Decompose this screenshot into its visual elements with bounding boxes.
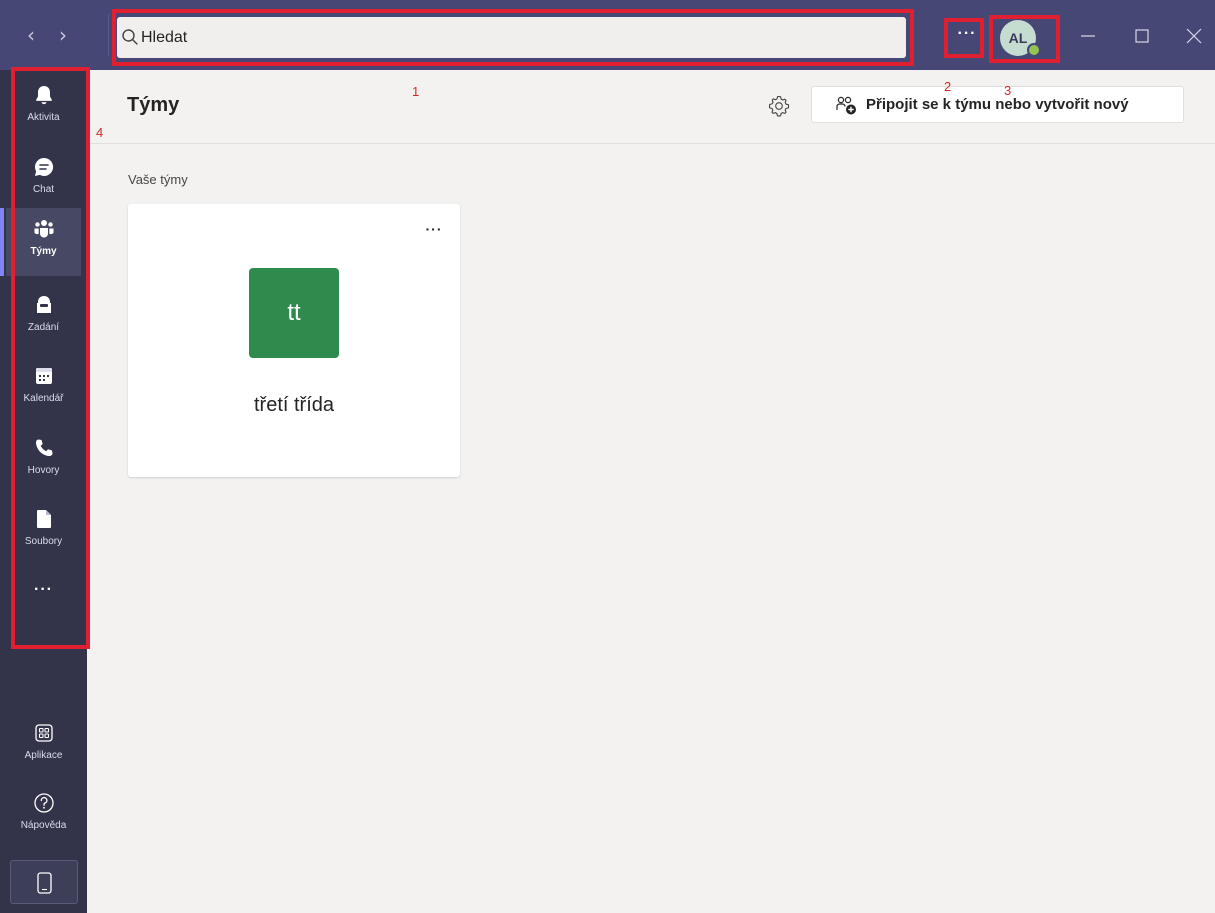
back-button[interactable]: ‹ xyxy=(20,22,42,48)
title-bar: ‹ › ··· AL xyxy=(0,0,1215,70)
search-input[interactable] xyxy=(141,17,881,58)
search-box[interactable] xyxy=(117,17,906,58)
rail-item-chat[interactable]: Chat xyxy=(6,146,81,214)
mobile-device-icon xyxy=(37,872,52,894)
bell-icon xyxy=(35,86,52,105)
rail-item-activity[interactable]: Aktivita xyxy=(6,74,81,142)
phone-icon xyxy=(35,439,52,456)
assignments-icon xyxy=(36,296,51,313)
presence-status-icon xyxy=(1027,43,1041,57)
rail-more-apps-button[interactable]: ··· xyxy=(6,580,81,610)
rail-item-label: Nápověda xyxy=(20,820,67,831)
gear-icon xyxy=(768,95,790,117)
page-header: Týmy Připojit se k týmu nebo vytvořit no… xyxy=(87,70,1215,144)
teams-icon xyxy=(34,220,53,238)
team-name: třetí třída xyxy=(253,394,335,416)
app-rail: Aktivita Chat Týmy Zadání Kalendář Hovor… xyxy=(0,70,87,913)
help-icon xyxy=(33,793,54,813)
maximize-button[interactable] xyxy=(1124,18,1160,54)
chat-icon xyxy=(34,157,53,176)
team-more-options-button[interactable]: ··· xyxy=(422,222,446,242)
join-or-create-team-button[interactable]: Připojit se k týmu nebo vytvořit nový xyxy=(811,86,1184,123)
minimize-icon xyxy=(1081,35,1095,37)
rail-item-files[interactable]: Soubory xyxy=(6,498,81,566)
rail-item-label: Chat xyxy=(32,184,55,195)
close-button[interactable] xyxy=(1176,18,1212,54)
page-title: Týmy xyxy=(127,94,180,116)
avatar-initials: AL xyxy=(1008,30,1028,46)
file-icon xyxy=(36,510,51,528)
apps-icon xyxy=(34,724,53,742)
join-button-label: Připojit se k týmu nebo vytvořit nový xyxy=(866,96,1129,113)
annotation-number: 4 xyxy=(96,125,104,140)
rail-item-label: Týmy xyxy=(30,246,57,257)
annotation-number: 3 xyxy=(1004,83,1012,98)
section-label-your-teams: Vaše týmy xyxy=(128,172,188,187)
titlebar-divider xyxy=(108,14,109,56)
rail-item-apps[interactable]: Aplikace xyxy=(6,712,81,780)
mobile-device-button[interactable] xyxy=(10,860,78,904)
rail-item-label: Hovory xyxy=(27,465,60,476)
search-icon xyxy=(122,29,138,45)
manage-teams-button[interactable] xyxy=(766,93,792,119)
rail-item-assignments[interactable]: Zadání xyxy=(6,284,81,352)
calendar-icon xyxy=(35,368,52,384)
rail-item-calls[interactable]: Hovory xyxy=(6,427,81,495)
profile-avatar[interactable]: AL xyxy=(1000,20,1041,57)
rail-item-calendar[interactable]: Kalendář xyxy=(6,355,81,423)
minimize-button[interactable] xyxy=(1070,18,1106,54)
rail-item-label: Soubory xyxy=(24,536,63,547)
add-team-icon xyxy=(836,96,856,115)
rail-item-label: Kalendář xyxy=(23,393,64,404)
team-card[interactable]: ··· tt třetí třída xyxy=(128,204,460,477)
rail-item-label: Zadání xyxy=(27,322,60,333)
team-avatar: tt xyxy=(249,268,339,358)
annotation-number: 2 xyxy=(944,79,952,94)
maximize-icon xyxy=(1135,29,1149,43)
rail-item-label: Aplikace xyxy=(24,750,63,761)
close-icon xyxy=(1186,28,1202,44)
rail-item-teams[interactable]: Týmy xyxy=(0,208,81,276)
more-options-button[interactable]: ··· xyxy=(953,24,981,48)
rail-item-help[interactable]: Nápověda xyxy=(6,782,81,850)
forward-button[interactable]: › xyxy=(52,22,74,48)
annotation-number: 1 xyxy=(412,84,420,99)
rail-item-label: Aktivita xyxy=(27,112,60,123)
